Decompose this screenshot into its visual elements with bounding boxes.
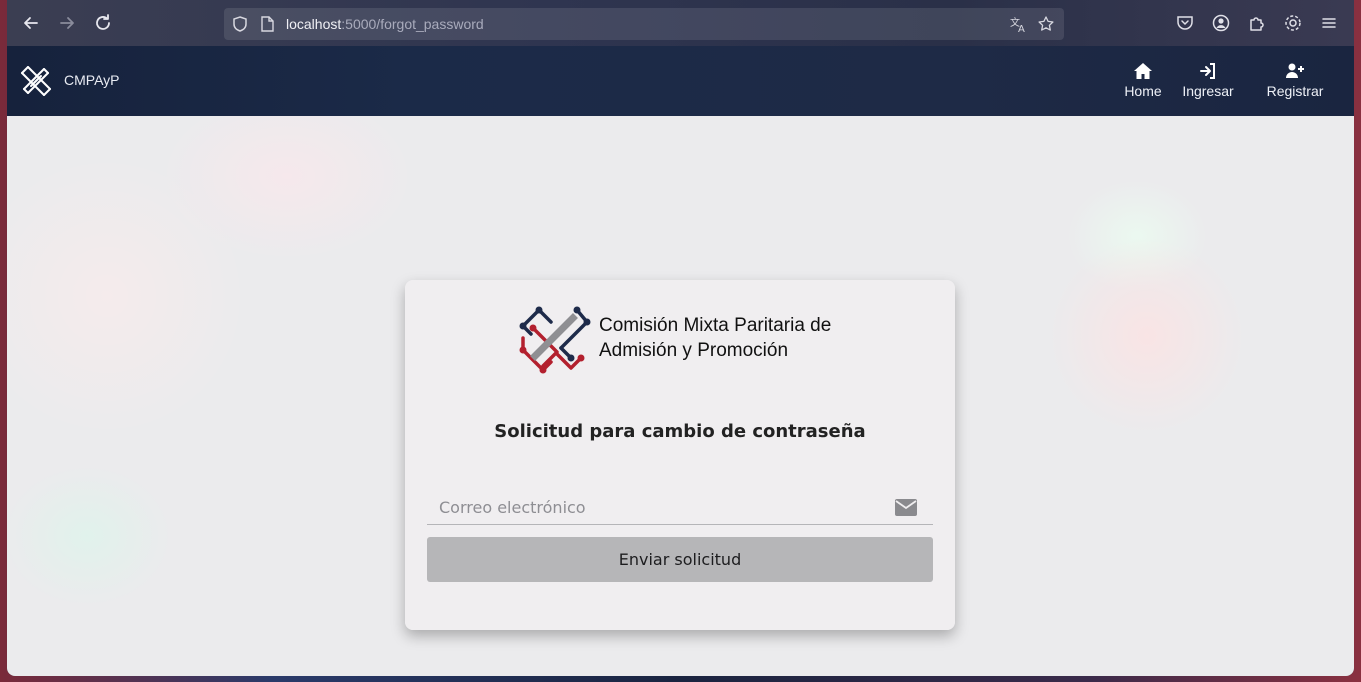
reload-icon[interactable] xyxy=(92,12,114,34)
url-host: localhost xyxy=(286,16,342,32)
bookmark-star-icon[interactable] xyxy=(1037,15,1055,33)
forgot-password-card: Comisión Mixta Paritaria de Admisión y P… xyxy=(405,280,955,630)
email-field-wrapper xyxy=(427,490,933,525)
forward-icon[interactable] xyxy=(56,12,78,34)
browser-toolbar: localhost:5000/forgot_password 文A xyxy=(7,0,1354,46)
form-title: Solicitud para cambio de contraseña xyxy=(494,421,866,442)
back-icon[interactable] xyxy=(20,12,42,34)
url-text[interactable]: localhost:5000/forgot_password xyxy=(286,8,484,40)
nav-ingresar-label: Ingresar xyxy=(1182,83,1234,99)
browser-window: localhost:5000/forgot_password 文A CMPAyP… xyxy=(7,0,1354,676)
org-name: Comisión Mixta Paritaria de Admisión y P… xyxy=(599,313,889,363)
menu-icon[interactable] xyxy=(1319,13,1339,33)
nav-home-label: Home xyxy=(1124,83,1162,99)
user-plus-icon xyxy=(1286,63,1304,78)
nav-ingresar[interactable]: Ingresar xyxy=(1177,62,1239,99)
pocket-icon[interactable] xyxy=(1175,13,1195,33)
site-navbar: CMPAyP Home Ingresar Registrar xyxy=(7,46,1354,116)
shield-icon[interactable] xyxy=(231,15,249,33)
submit-request-button[interactable]: Enviar solicitud xyxy=(427,537,933,582)
nav-registrar-label: Registrar xyxy=(1266,83,1324,99)
translate-icon[interactable]: 文A xyxy=(1009,15,1027,35)
nav-home[interactable]: Home xyxy=(1112,62,1174,99)
envelope-icon xyxy=(895,499,917,516)
org-name-line1: Comisión Mixta Paritaria de xyxy=(599,315,832,336)
extensions-icon[interactable] xyxy=(1247,13,1267,33)
url-bar[interactable]: localhost:5000/forgot_password 文A xyxy=(224,8,1064,40)
settings-icon[interactable] xyxy=(1283,13,1303,33)
email-input[interactable] xyxy=(427,490,887,524)
brand-name[interactable]: CMPAyP xyxy=(64,70,120,90)
url-path: :5000/forgot_password xyxy=(341,16,484,32)
sign-in-icon xyxy=(1200,63,1215,79)
home-icon xyxy=(1134,63,1152,79)
page-background: Comisión Mixta Paritaria de Admisión y P… xyxy=(7,116,1354,676)
org-logo-icon xyxy=(511,298,593,380)
brand-logo-icon[interactable] xyxy=(18,63,54,99)
nav-registrar[interactable]: Registrar xyxy=(1259,62,1331,99)
account-icon[interactable] xyxy=(1211,13,1231,33)
page-icon xyxy=(258,15,276,33)
org-name-line2: Admisión y Promoción xyxy=(599,340,789,361)
svg-text:A: A xyxy=(1018,24,1025,33)
